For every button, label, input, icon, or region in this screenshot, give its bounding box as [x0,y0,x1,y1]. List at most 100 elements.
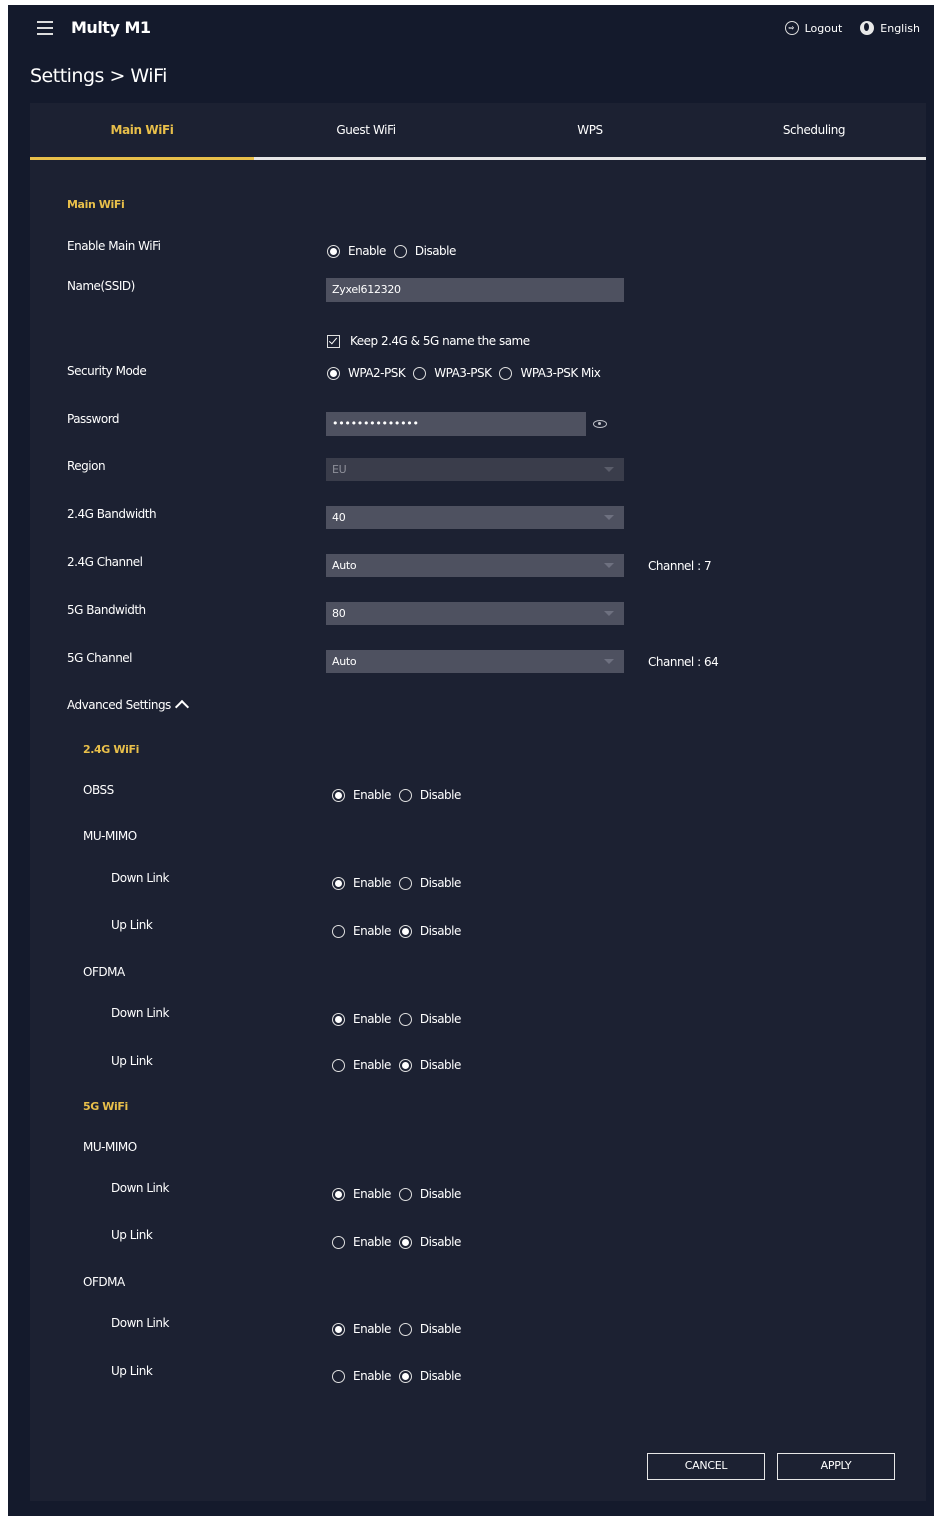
settings-panel: Main WiFi Guest WiFi WPS Scheduling Main… [30,103,926,1501]
globe-icon[interactable] [860,21,875,35]
ofdma-24g-up-disable-radio[interactable] [398,1058,412,1072]
ofdma-24g-up-enable-radio[interactable] [332,1058,345,1072]
security-wpa3-radio[interactable] [413,366,427,380]
radio-label-disable: Disable [419,1012,462,1026]
ofdma-24g-down-disable-radio[interactable] [398,1012,412,1026]
security-wpa2-radio[interactable] [327,366,340,380]
mumimo-24g-up-enable-radio[interactable] [332,924,345,938]
radio-label-enable: Enable [353,1187,391,1201]
channel-24g-label: 2.4G Channel [67,555,143,569]
radio-label-disable: Disable [414,244,457,258]
cancel-button[interactable]: CANCEL [647,1453,765,1480]
radio-label-enable: Enable [353,924,391,938]
chevron-down-icon [604,515,614,520]
radio-label-enable: Enable [353,1235,391,1249]
channel-5g-select[interactable]: Auto [326,650,624,673]
tab-main-wifi[interactable]: Main WiFi [30,123,254,137]
radio-label-disable: Disable [419,924,462,938]
mumimo-24g-down-link-radio-group: Enable Disable [332,876,469,890]
channel-24g-value: Auto [332,559,357,572]
keep-same-name-checkbox[interactable] [327,334,340,348]
mumimo-5g-down-link-radio-group: Enable Disable [332,1187,469,1201]
password-input[interactable]: •••••••••••••• [326,412,586,436]
mumimo-24g-up-link-radio-group: Enable Disable [332,924,469,938]
section-title-24g-wifi: 2.4G WiFi [83,743,139,756]
ofdma-24g-up-link-radio-group: Enable Disable [332,1058,469,1072]
mumimo-24g-down-enable-radio[interactable] [332,876,345,890]
mumimo-5g-up-link-label: Up Link [111,1228,153,1242]
obss-enable-radio[interactable] [332,788,345,802]
mumimo-5g-down-link-label: Down Link [111,1181,169,1195]
channel-5g-info: Channel : 64 [648,655,719,669]
ofdma-24g-up-link-label: Up Link [111,1054,153,1068]
show-password-eye-icon[interactable] [593,420,607,428]
channel-24g-select[interactable]: Auto [326,554,624,577]
keep-same-name-label: Keep 2.4G & 5G name the same [350,334,530,348]
mumimo-5g-up-disable-radio[interactable] [398,1235,412,1249]
bandwidth-24g-value: 40 [332,511,346,524]
ofdma-5g-up-enable-radio[interactable] [332,1369,345,1383]
radio-label-enable: Enable [353,876,391,890]
bandwidth-24g-select[interactable]: 40 [326,506,624,529]
radio-label-disable: Disable [419,876,462,890]
mumimo-24g-down-disable-radio[interactable] [398,876,412,890]
obss-radio-group: Enable Disable [332,788,469,802]
security-mode-label: Security Mode [67,364,147,378]
section-title-main-wifi: Main WiFi [67,198,125,211]
hamburger-menu-icon[interactable] [37,21,53,35]
active-tab-indicator [30,157,254,160]
advanced-settings-toggle[interactable]: Advanced Settings [67,698,189,715]
bandwidth-24g-label: 2.4G Bandwidth [67,507,157,521]
ofdma-5g-up-disable-radio[interactable] [398,1369,412,1383]
logout-icon[interactable]: ⇨ [784,21,799,35]
ofdma-5g-up-link-label: Up Link [111,1364,153,1378]
mumimo-5g-up-enable-radio[interactable] [332,1235,345,1249]
ofdma-24g-down-link-radio-group: Enable Disable [332,1012,469,1026]
chevron-down-icon [604,611,614,616]
enable-main-wifi-disable-radio[interactable] [393,244,407,258]
language-link[interactable]: English [880,22,920,35]
mumimo-5g-down-enable-radio[interactable] [332,1187,345,1201]
ofdma-5g-down-disable-radio[interactable] [398,1322,412,1336]
channel-5g-label: 5G Channel [67,651,133,665]
enable-main-wifi-enable-radio[interactable] [327,244,340,258]
radio-label-enable: Enable [353,1369,391,1383]
ofdma-5g-label: OFDMA [83,1275,125,1289]
radio-label-enable: Enable [353,1058,391,1072]
obss-label: OBSS [83,783,114,797]
section-title-5g-wifi: 5G WiFi [83,1100,128,1113]
channel-24g-info: Channel : 7 [648,559,712,573]
ssid-input[interactable]: Zyxel612320 [326,278,624,302]
advanced-settings-label: Advanced Settings [67,698,171,712]
tab-wps[interactable]: WPS [478,123,702,137]
bandwidth-5g-value: 80 [332,607,346,620]
region-value: EU [332,463,347,476]
security-mode-radio-group: WPA2-PSK WPA3-PSK WPA3-PSK Mix [327,366,608,380]
region-select: EU [326,458,624,481]
mumimo-5g-down-disable-radio[interactable] [398,1187,412,1201]
keep-same-name-row: Keep 2.4G & 5G name the same [327,334,530,348]
mumimo-24g-up-disable-radio[interactable] [398,924,412,938]
security-wpa3-mix-radio[interactable] [499,366,513,380]
app-title: Multy M1 [71,18,151,37]
chevron-down-icon [604,659,614,664]
radio-label-wpa2: WPA2-PSK [348,366,406,380]
radio-label-wpa3-mix: WPA3-PSK Mix [520,366,601,380]
chevron-down-icon [604,467,614,472]
ofdma-24g-down-enable-radio[interactable] [332,1012,345,1026]
enable-main-wifi-radio-group: Enable Disable [327,244,464,258]
tab-underline [30,157,926,160]
logout-link[interactable]: Logout [805,22,843,35]
page-title: Settings > WiFi [30,65,167,87]
apply-button[interactable]: APPLY [777,1453,895,1480]
tab-scheduling[interactable]: Scheduling [702,123,926,137]
ofdma-5g-up-link-radio-group: Enable Disable [332,1369,469,1383]
tab-guest-wifi[interactable]: Guest WiFi [254,123,478,137]
mumimo-24g-down-link-label: Down Link [111,871,169,885]
mumimo-24g-up-link-label: Up Link [111,918,153,932]
ofdma-5g-down-enable-radio[interactable] [332,1322,345,1336]
password-label: Password [67,412,120,426]
bandwidth-5g-select[interactable]: 80 [326,602,624,625]
obss-disable-radio[interactable] [398,788,412,802]
ofdma-5g-down-link-radio-group: Enable Disable [332,1322,469,1336]
